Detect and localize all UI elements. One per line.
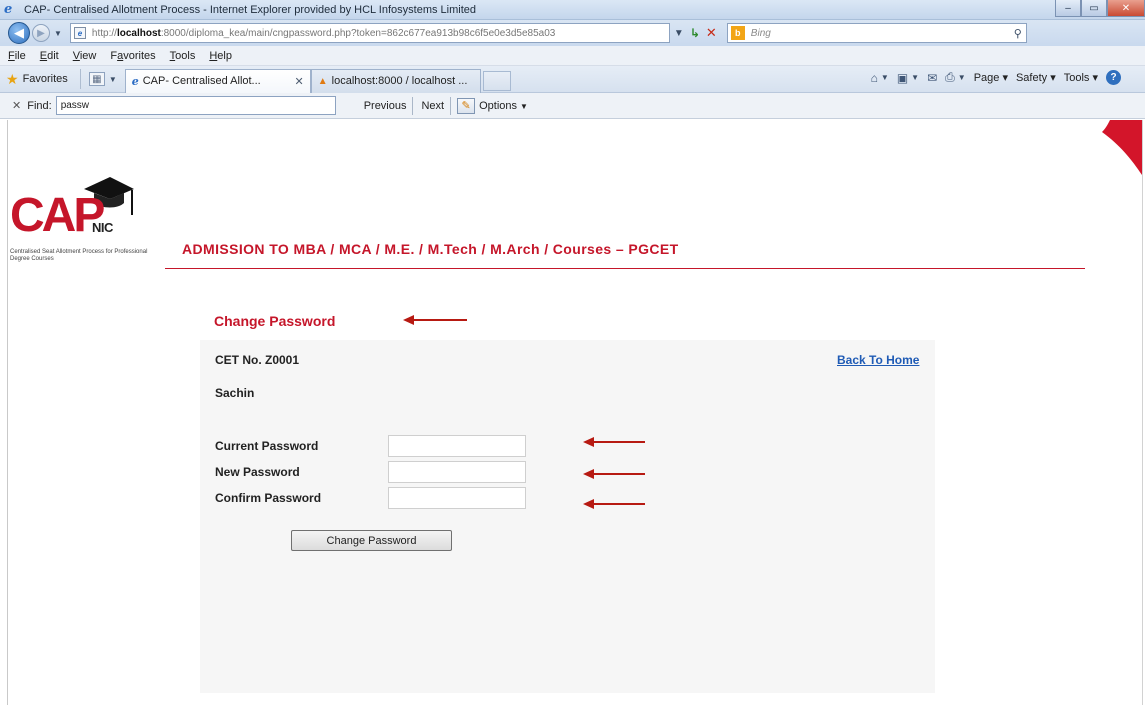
minimize-button[interactable]: – <box>1055 0 1081 17</box>
divider <box>79 69 81 89</box>
find-label: Find: <box>27 99 52 112</box>
new-tab-button[interactable] <box>482 70 511 91</box>
window-titlebar: e CAP- Centralised Allotment Process - I… <box>0 0 1145 20</box>
url-text[interactable]: http://localhost:8000/diploma_kea/main/c… <box>92 28 555 39</box>
cet-number: CET No. Z0001 <box>215 353 300 367</box>
bing-icon: b <box>730 26 745 40</box>
cap-nic-logo: CAP NIC Centralised Seat Allotment Proce… <box>10 177 160 270</box>
menu-edit[interactable]: Edit <box>40 50 59 62</box>
url-host: localhost <box>116 27 161 39</box>
forward-button[interactable]: ▶ <box>32 24 50 42</box>
annotation-arrow <box>583 469 645 479</box>
tab-list-dropdown-icon[interactable]: ▼ <box>109 75 117 84</box>
address-toolbar: ◀ ▶ ▼ e http://localhost:8000/diploma_ke… <box>0 20 1145 46</box>
page-icon: e <box>73 27 86 39</box>
window-title: CAP- Centralised Allotment Process - Int… <box>24 3 476 16</box>
find-input[interactable] <box>55 96 336 115</box>
print-icon[interactable]: ⎙ <box>945 70 955 85</box>
form-title: Change Password <box>214 313 336 329</box>
menu-tools[interactable]: Tools <box>170 50 196 62</box>
feeds-dropdown-icon[interactable]: ▼ <box>911 73 919 82</box>
maximize-button[interactable]: ▭ <box>1081 0 1107 17</box>
current-password-label: Current Password <box>215 439 319 453</box>
address-tools: ▼ ↳ ✕ <box>674 25 717 41</box>
logo-nic-text: NIC <box>92 220 113 235</box>
forward-arrow-icon: ▶ <box>37 27 45 39</box>
current-password-input[interactable] <box>388 435 526 457</box>
page-border <box>7 120 8 705</box>
find-next-button[interactable]: Next <box>421 100 444 112</box>
favorites-label: Favorites <box>22 73 68 85</box>
new-password-label: New Password <box>215 465 300 479</box>
find-previous-button[interactable]: Previous <box>364 100 407 112</box>
confirm-password-input[interactable] <box>388 487 526 509</box>
url-prefix: http:// <box>91 27 117 39</box>
tab-label: CAP- Centralised Allot... <box>142 75 261 87</box>
tab-phpmyadmin[interactable]: ▲ localhost:8000 / localhost ... <box>310 68 481 93</box>
annotation-arrow <box>583 437 645 447</box>
stop-icon[interactable]: ✕ <box>706 25 717 41</box>
close-tab-icon[interactable]: ✕ <box>295 75 304 88</box>
window-controls: – ▭ ✕ <box>1055 0 1145 17</box>
address-dropdown-icon[interactable]: ▼ <box>674 28 684 39</box>
back-button[interactable]: ◀ <box>8 22 30 44</box>
back-arrow-icon: ◀ <box>14 25 24 40</box>
tab-cap[interactable]: e CAP- Centralised Allot... ✕ <box>124 68 311 93</box>
feeds-icon[interactable]: ▣ <box>897 71 908 85</box>
annotation-arrow <box>583 499 645 509</box>
page-heading: ADMISSION TO MBA / MCA / M.E. / M.Tech /… <box>182 241 679 257</box>
menu-bar: File Edit View Favorites Tools Help <box>0 46 1145 66</box>
menu-favorites[interactable]: Favorites <box>110 50 155 62</box>
user-name: Sachin <box>215 386 255 400</box>
logo-cap-text: CAP <box>10 189 105 242</box>
find-options-button[interactable]: Options ▼ <box>479 100 528 112</box>
search-placeholder: Bing <box>750 27 771 39</box>
history-dropdown-icon[interactable]: ▼ <box>54 29 62 38</box>
back-to-home-link[interactable]: Back To Home <box>837 353 919 367</box>
command-bar: ⌂ ▼ ▣ ▼ ✉ ⎙ ▼ Page ▾ Safety ▾ Tools ▾ ? <box>871 70 1121 85</box>
favorites-button[interactable]: ★ Favorites <box>6 71 68 88</box>
page-menu[interactable]: Page ▾ <box>974 71 1008 84</box>
url-rest: :8000/diploma_kea/main/cngpassword.php?t… <box>160 27 556 39</box>
mail-icon[interactable]: ✉ <box>927 71 937 85</box>
tools-menu[interactable]: Tools ▾ <box>1064 71 1098 84</box>
confirm-password-label: Confirm Password <box>215 491 322 505</box>
find-bar: ✕ Find: Previous Next ✎ Options▼ <box>0 93 1145 119</box>
annotation-arrow <box>403 315 467 325</box>
menu-help[interactable]: Help <box>209 50 232 62</box>
heading-divider <box>165 268 1085 269</box>
divider <box>412 96 414 115</box>
form-panel <box>200 340 935 693</box>
home-dropdown-icon[interactable]: ▼ <box>881 73 889 82</box>
star-icon: ★ <box>6 70 19 87</box>
print-dropdown-icon[interactable]: ▼ <box>958 73 966 82</box>
address-input[interactable]: e http://localhost:8000/diploma_kea/main… <box>69 23 670 43</box>
close-window-button[interactable]: ✕ <box>1107 0 1145 17</box>
ie-tab-icon: e <box>131 74 139 88</box>
tab-label: localhost:8000 / localhost ... <box>331 75 468 87</box>
divider <box>450 96 452 115</box>
search-input[interactable]: b Bing ⚲ <box>726 23 1027 43</box>
highlight-matches-icon[interactable]: ✎ <box>457 97 476 114</box>
menu-view[interactable]: View <box>73 50 97 62</box>
home-icon[interactable]: ⌂ <box>871 71 878 85</box>
phpmyadmin-icon: ▲ <box>317 75 328 87</box>
corner-decoration <box>1102 120 1142 175</box>
close-find-icon[interactable]: ✕ <box>12 99 21 112</box>
page-content: CAP NIC Centralised Seat Allotment Proce… <box>0 120 1145 705</box>
help-icon[interactable]: ? <box>1106 70 1121 85</box>
ie-logo-icon: e <box>4 1 13 17</box>
change-password-button[interactable]: Change Password <box>291 530 452 551</box>
menu-file[interactable]: File <box>8 50 26 62</box>
quick-tabs-icon[interactable]: ▦ <box>88 72 105 86</box>
compat-refresh-icon[interactable]: ↳ <box>690 26 700 40</box>
new-password-input[interactable] <box>388 461 526 483</box>
search-icon[interactable]: ⚲ <box>1014 27 1022 40</box>
page-border <box>1142 120 1143 705</box>
logo-subtitle: Centralised Seat Allotment Process for P… <box>10 249 148 262</box>
safety-menu[interactable]: Safety ▾ <box>1016 71 1056 84</box>
